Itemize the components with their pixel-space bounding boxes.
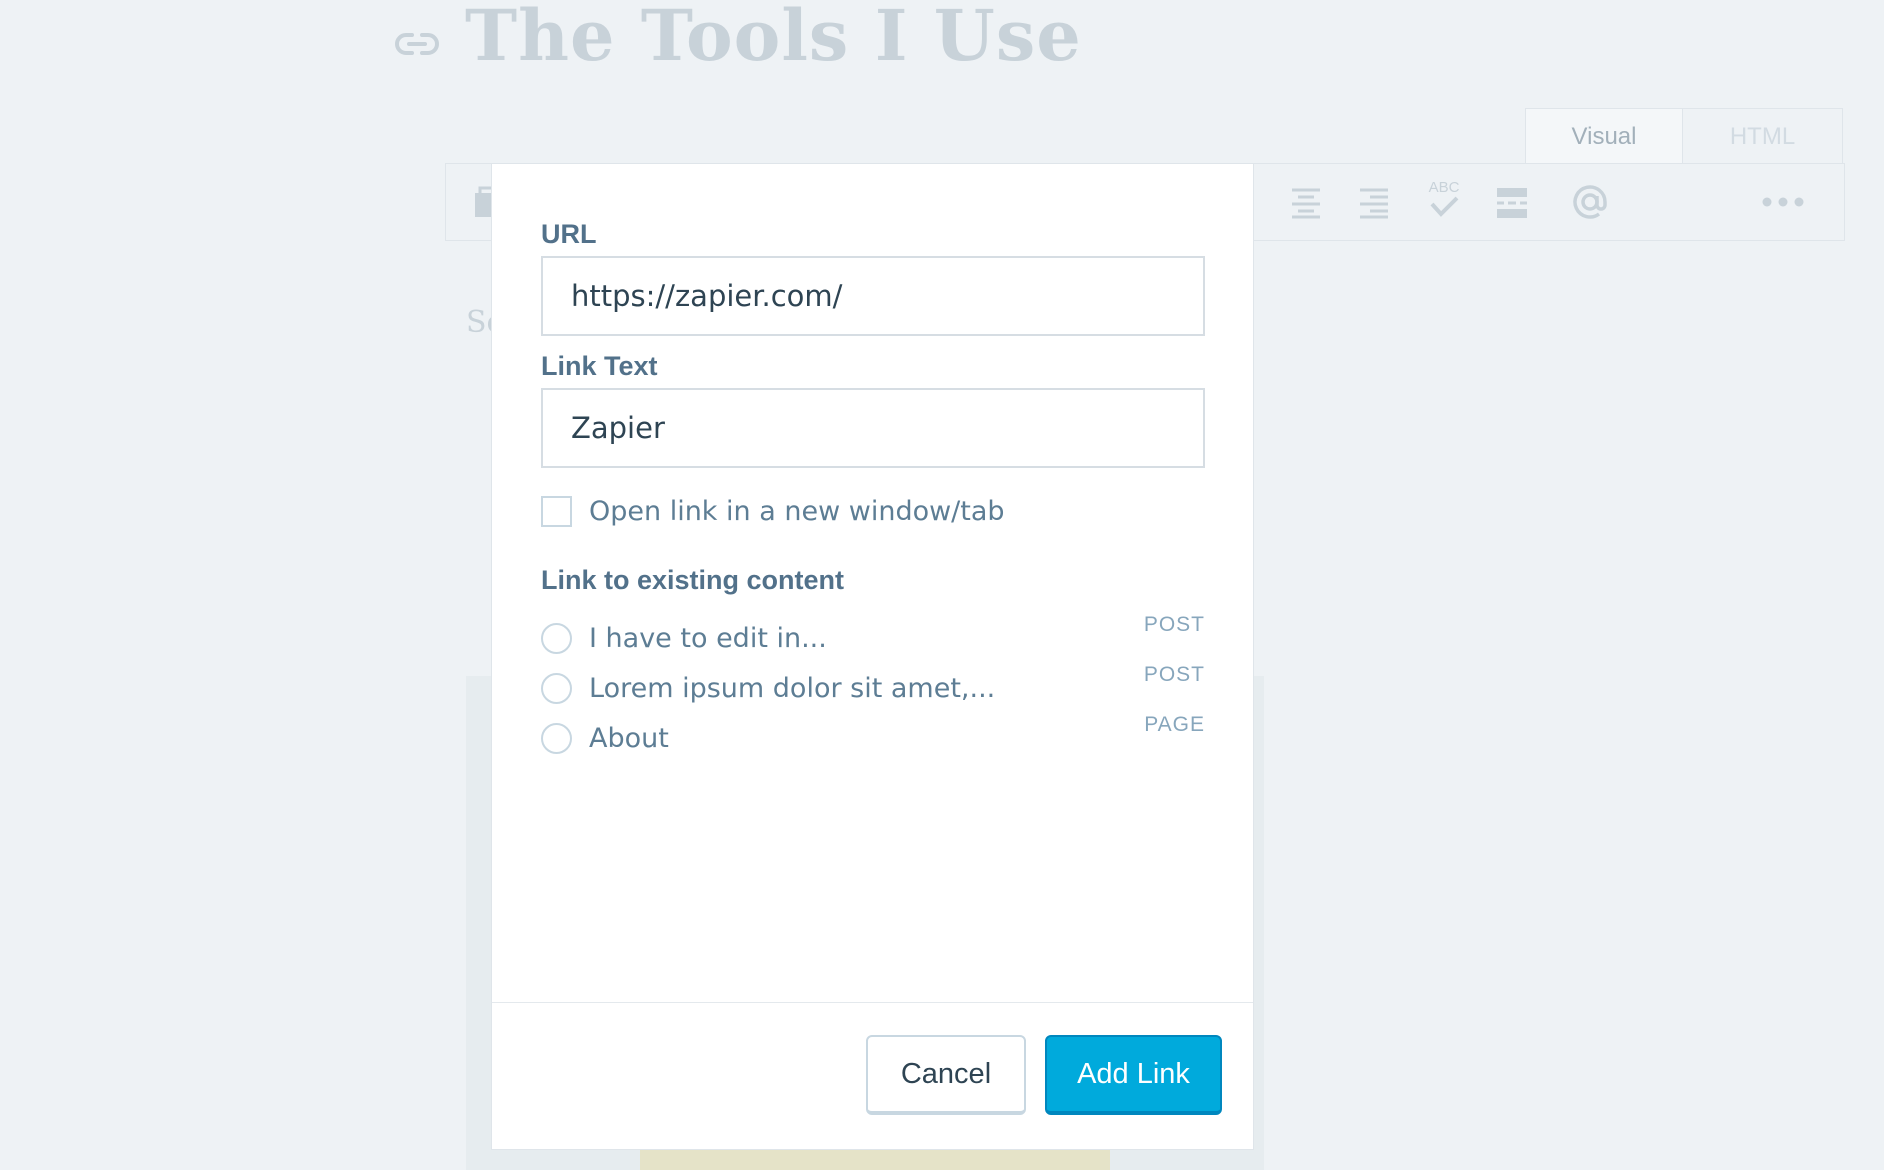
content-radio[interactable]: [541, 672, 572, 704]
tab-html[interactable]: HTML: [1683, 108, 1843, 164]
post-title[interactable]: The Tools I Use: [465, 0, 1082, 77]
link-text-input[interactable]: [541, 388, 1205, 468]
embedded-image-detail: [640, 1150, 1110, 1170]
list-item[interactable]: Lorem ipsum dolor sit amet,... POST: [541, 663, 1205, 713]
content-type-label: PAGE: [1144, 713, 1205, 736]
list-item[interactable]: I have to edit in... POST: [541, 613, 1205, 663]
url-input[interactable]: [541, 256, 1205, 336]
list-item[interactable]: About PAGE: [541, 713, 1205, 763]
tab-visual[interactable]: Visual: [1525, 108, 1683, 164]
contact-form-icon[interactable]: [1570, 182, 1610, 222]
dialog-footer: Cancel Add Link: [492, 1002, 1253, 1149]
content-title[interactable]: About: [589, 723, 669, 754]
new-window-label[interactable]: Open link in a new window/tab: [589, 496, 1005, 527]
content-title[interactable]: Lorem ipsum dolor sit amet,...: [589, 673, 995, 704]
check-mark-icon: [1430, 196, 1459, 217]
existing-content-list: I have to edit in... POST Lorem ipsum do…: [541, 613, 1205, 763]
add-link-button[interactable]: Add Link: [1045, 1035, 1222, 1115]
align-center-icon[interactable]: [1288, 184, 1324, 220]
content-type-label: POST: [1143, 663, 1205, 686]
more-icon[interactable]: [1760, 184, 1806, 220]
align-right-icon[interactable]: [1356, 184, 1392, 220]
spellcheck-glyph: ABC: [1428, 179, 1460, 196]
link-text-label: Link Text: [541, 351, 658, 381]
content-radio[interactable]: [541, 622, 572, 654]
permalink-icon[interactable]: [395, 22, 439, 66]
content-type-label: POST: [1143, 613, 1205, 636]
cancel-button[interactable]: Cancel: [866, 1035, 1026, 1115]
spellcheck-icon[interactable]: ABC: [1424, 180, 1464, 224]
read-more-icon[interactable]: [1494, 184, 1530, 220]
insert-link-dialog: URL Link Text Open link in a new window/…: [491, 163, 1254, 1150]
existing-content-heading: Link to existing content: [541, 565, 845, 595]
new-window-option[interactable]: Open link in a new window/tab: [541, 496, 1005, 527]
new-window-checkbox[interactable]: [541, 496, 572, 527]
content-title[interactable]: I have to edit in...: [589, 623, 827, 654]
editor-mode-tabs: Visual HTML: [1525, 108, 1843, 164]
url-label: URL: [541, 219, 597, 249]
page: The Tools I Use Visual HTML ABC So URL h…: [0, 0, 1884, 1170]
content-radio[interactable]: [541, 722, 572, 754]
